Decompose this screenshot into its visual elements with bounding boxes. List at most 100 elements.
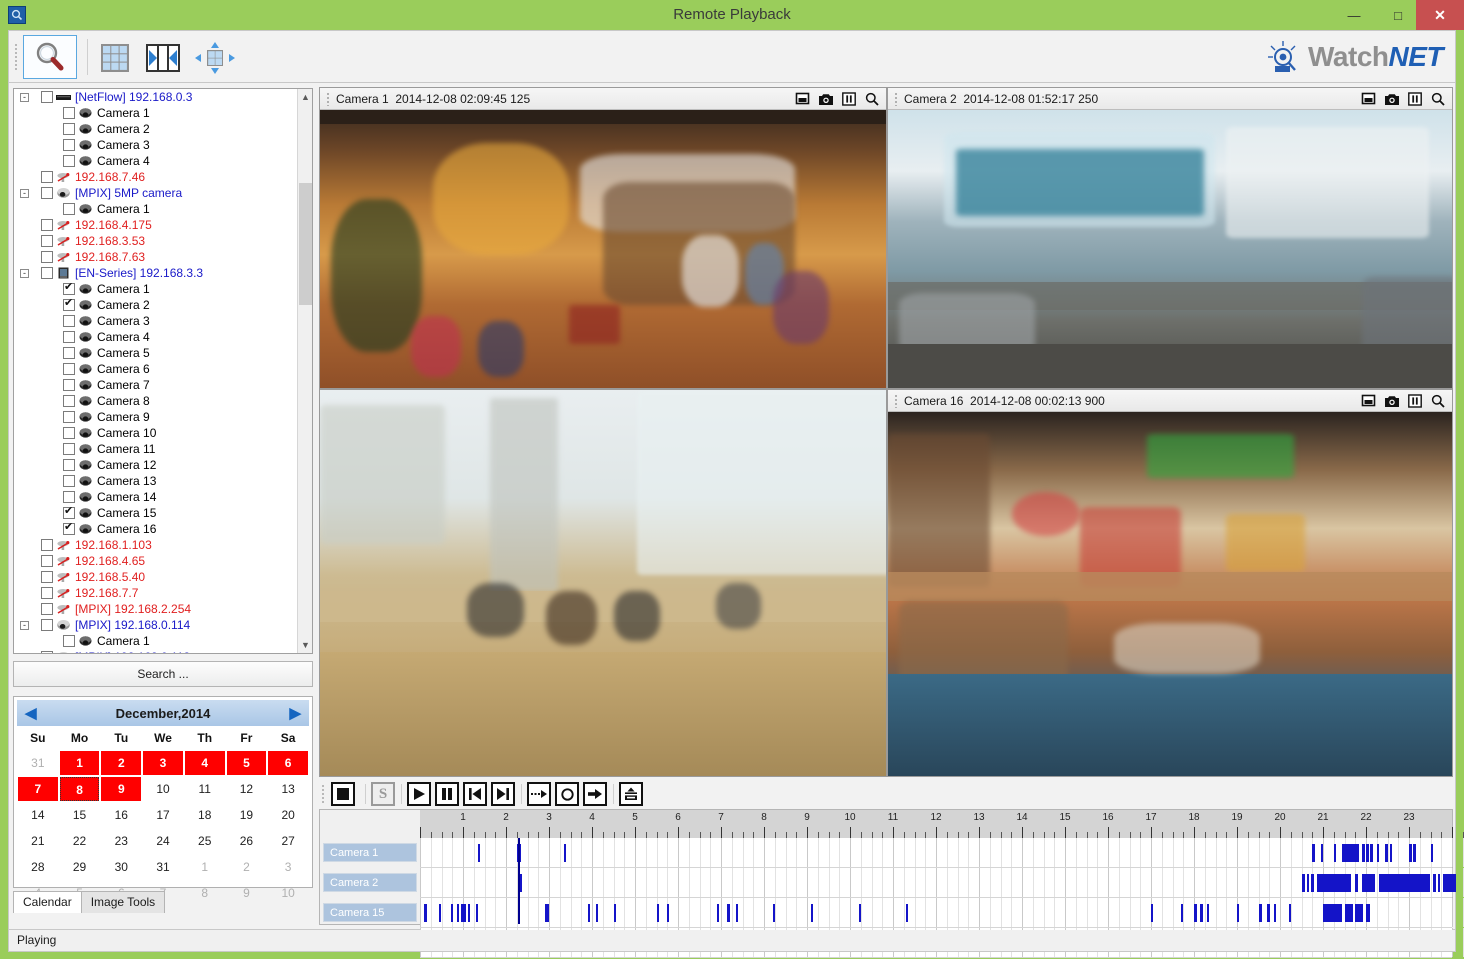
tree-node-checkbox[interactable] (63, 155, 75, 167)
search-tool-button[interactable] (23, 35, 77, 79)
calendar-day[interactable]: 19 (227, 803, 267, 827)
calendar-day[interactable]: 2 (227, 855, 267, 879)
tree-node-checkbox[interactable] (63, 203, 75, 215)
calendar-day[interactable]: 5 (226, 751, 267, 775)
tree-node[interactable]: 192.168.4.65 (14, 553, 299, 569)
timeline-recording-segment[interactable] (1432, 874, 1436, 892)
timeline-recording-segment[interactable] (1430, 844, 1433, 862)
calendar-day[interactable]: 9 (101, 777, 142, 801)
timeline-recording-segment[interactable] (1355, 874, 1358, 892)
tree-node[interactable]: 192.168.7.63 (14, 249, 299, 265)
tree-node-checkbox[interactable] (41, 219, 53, 231)
layout-grid-tool-button[interactable] (95, 39, 135, 77)
tree-node[interactable]: 192.168.7.7 (14, 585, 299, 601)
timeline-recording-segment[interactable] (1366, 904, 1371, 922)
timeline-recording-segment[interactable] (736, 904, 739, 922)
timeline-recording-segment[interactable] (1342, 844, 1359, 862)
tree-node[interactable]: Camera 12 (14, 457, 299, 473)
tree-expander-icon[interactable]: - (20, 92, 29, 102)
record-button[interactable] (555, 782, 579, 806)
video-cell-camera-15[interactable] (319, 389, 887, 777)
tree-node[interactable]: 192.168.5.40 (14, 569, 299, 585)
video-stream-camera-1[interactable] (320, 110, 886, 388)
timeline-recording-segment[interactable] (1438, 874, 1441, 892)
calendar-day[interactable]: 16 (101, 803, 141, 827)
tree-node[interactable]: Camera 7 (14, 377, 299, 393)
snapshot-s-button[interactable]: S (371, 782, 395, 806)
tree-node[interactable]: Camera 2 (14, 297, 299, 313)
timeline-ruler[interactable]: 1 2 3 4 5 6 7 8 9 10 11 12 13 14 15 16 17 18 19 20 21 22 23 (420, 810, 1464, 838)
window-restore-icon[interactable] (794, 90, 811, 107)
calendar-day[interactable]: 18 (185, 803, 225, 827)
tree-node[interactable]: - [MPIX] 5MP camera (14, 185, 299, 201)
calendar-day[interactable]: 30 (101, 855, 141, 879)
tree-node-checkbox[interactable] (63, 491, 75, 503)
tree-node[interactable]: - [NetFlow] 192.168.0.3 (14, 89, 299, 105)
timeline-recording-segment[interactable] (1366, 844, 1369, 862)
calendar-day[interactable]: 8 (185, 881, 225, 905)
zoom-icon[interactable] (863, 90, 880, 107)
tree-expander-icon[interactable]: - (20, 652, 29, 653)
calendar-day[interactable]: 25 (185, 829, 225, 853)
calendar-day[interactable]: 22 (60, 829, 100, 853)
play-button[interactable] (407, 782, 431, 806)
timeline-recording-segment[interactable] (1409, 844, 1412, 862)
window-restore-icon[interactable] (1360, 90, 1377, 107)
tree-node-checkbox[interactable] (63, 427, 75, 439)
video-cell-camera-1[interactable]: Camera 1 2014-12-08 02:09:45 125 (319, 87, 887, 389)
timeline-recording-segment[interactable] (1306, 874, 1309, 892)
tab-image-tools[interactable]: Image Tools (80, 891, 166, 913)
calendar-day[interactable]: 1 (185, 855, 225, 879)
pause-icon[interactable] (1406, 90, 1423, 107)
timeline-recording-segment[interactable] (1151, 904, 1154, 922)
dual-monitor-tool-button[interactable] (141, 39, 185, 77)
timeline-recording-segment[interactable] (468, 904, 471, 922)
timeline-recording-segment[interactable] (1200, 904, 1204, 922)
calendar-day[interactable]: 23 (101, 829, 141, 853)
timeline-row-label[interactable]: Camera 1 (323, 843, 417, 862)
timeline-recording-segment[interactable] (613, 904, 616, 922)
tree-node[interactable]: Camera 4 (14, 153, 299, 169)
calendar-day[interactable]: 6 (268, 751, 308, 775)
timeline-recording-segment[interactable] (905, 904, 909, 922)
tree-node[interactable]: Camera 6 (14, 361, 299, 377)
timeline-recording-segment[interactable] (564, 844, 567, 862)
tree-expander-icon[interactable]: - (20, 188, 29, 198)
timeline-recording-segment[interactable] (587, 904, 590, 922)
video-grip[interactable] (894, 91, 898, 106)
tree-node[interactable]: Camera 14 (14, 489, 299, 505)
calendar-day[interactable]: 31 (143, 855, 183, 879)
next-button[interactable] (491, 782, 515, 806)
timeline-recording-segment[interactable] (450, 904, 454, 922)
timeline-recording-segment[interactable] (1310, 874, 1314, 892)
tree-node-checkbox[interactable] (63, 635, 75, 647)
timeline-recording-segment[interactable] (1344, 904, 1354, 922)
timeline-recording-segment[interactable] (456, 904, 460, 922)
timeline-recording-segment[interactable] (1320, 844, 1323, 862)
timeline-recording-segment[interactable] (1273, 904, 1276, 922)
timeline-recording-segment[interactable] (727, 904, 730, 922)
calendar-day[interactable]: 29 (60, 855, 100, 879)
snapshot-icon[interactable] (817, 90, 834, 107)
timeline-recording-segment[interactable] (596, 904, 599, 922)
calendar-day[interactable]: 15 (60, 803, 100, 827)
timeline-recording-segment[interactable] (656, 904, 659, 922)
timeline-playhead[interactable] (517, 838, 520, 924)
video-grip[interactable] (894, 393, 898, 408)
tree-node-checkbox[interactable] (63, 315, 75, 327)
timeline-recording-segment[interactable] (1413, 844, 1416, 862)
calendar-day[interactable]: 17 (143, 803, 183, 827)
timeline-recording-segment[interactable] (858, 904, 861, 922)
timeline-recording-segment[interactable] (460, 904, 466, 922)
timeline-recording-segment[interactable] (716, 904, 719, 922)
calendar-day[interactable]: 10 (268, 881, 308, 905)
tree-node[interactable]: Camera 1 (14, 105, 299, 121)
tree-node[interactable]: 192.168.1.103 (14, 537, 299, 553)
scrollbar-thumb[interactable] (299, 183, 312, 305)
tree-node[interactable]: - [MPIX] 192.168.0.114 (14, 617, 299, 633)
timeline-recording-segment[interactable] (439, 904, 442, 922)
tree-node-checkbox[interactable] (41, 235, 53, 247)
timeline-recording-segment[interactable] (811, 904, 814, 922)
tree-node-checkbox[interactable] (41, 251, 53, 263)
timeline-recording-segment[interactable] (1237, 904, 1240, 922)
